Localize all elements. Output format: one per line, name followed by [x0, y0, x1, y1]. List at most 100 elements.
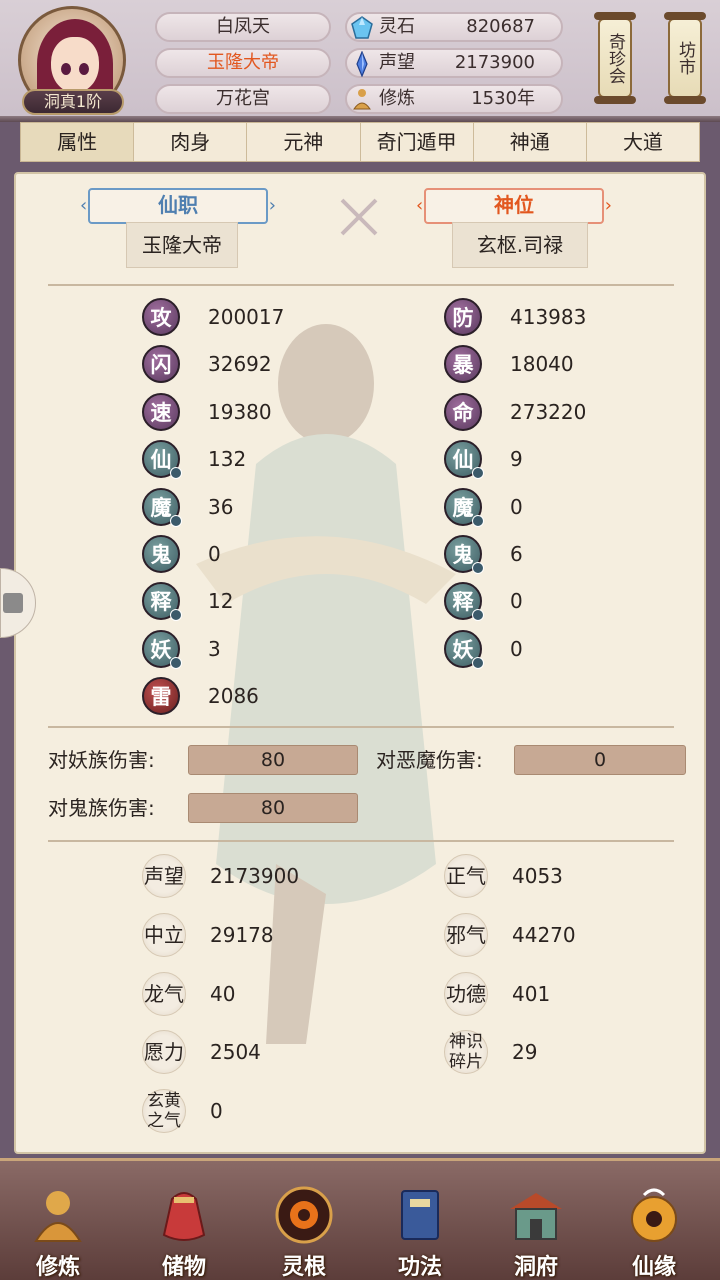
demon-race-damage-value: 80: [188, 745, 358, 775]
cultivation-icon: [34, 1191, 82, 1242]
stat-glyph: 防: [452, 306, 474, 330]
tab-spirit[interactable]: 元神: [247, 123, 361, 161]
cave-dwelling-icon: [510, 1193, 562, 1240]
stat-glyph: 鬼: [150, 543, 172, 567]
nav-spirit-root[interactable]: 灵根: [250, 1179, 358, 1280]
stat-glyph-badge: 释: [444, 582, 484, 622]
chevron-left-icon: ‹: [80, 195, 88, 216]
player-title: 玉隆大帝: [155, 48, 331, 78]
prestige-resource: 声望 2173900: [345, 48, 563, 78]
treasure-fair-button[interactable]: 奇珍会: [594, 12, 636, 104]
chevron-right-icon: ›: [268, 195, 276, 216]
technique-book-icon: [401, 1190, 439, 1240]
stat-glyph-badge: 雷: [142, 677, 180, 716]
demon-race-damage-label: 对妖族伤害:: [48, 748, 155, 772]
nav-cultivation[interactable]: 修炼: [4, 1179, 112, 1280]
prestige-crystal-icon: [356, 51, 368, 77]
bottom-navigation: 修炼 储物 灵根 功法 洞府 仙缘: [0, 1158, 720, 1280]
stat-glyph-badge: 释: [142, 582, 182, 622]
nav-techniques-label: 功法: [397, 1255, 442, 1280]
avatar-eye-left: [61, 63, 71, 75]
stat-glyph: 妖: [150, 637, 172, 662]
reputation-value: 44270: [512, 922, 576, 947]
info-dot-icon[interactable]: [472, 609, 484, 622]
info-dot-icon[interactable]: [170, 514, 182, 527]
info-dot-icon[interactable]: [472, 514, 484, 527]
info-dot-icon[interactable]: [472, 562, 484, 574]
stat-glyph-badge: 鬼: [142, 535, 180, 573]
tab-body[interactable]: 肉身: [134, 123, 248, 161]
nav-immortal-fate-label: 仙缘: [631, 1255, 676, 1280]
stat-glyph-badge: 命: [444, 392, 482, 431]
stat-glyph-badge: 暴: [444, 345, 482, 384]
nav-cave-dwelling[interactable]: 洞府: [482, 1179, 590, 1280]
reputation-value: 29: [512, 1040, 538, 1065]
evil-demon-damage-value: 0: [514, 745, 686, 775]
stat-value: 0: [510, 636, 523, 661]
stat-value: 12: [208, 589, 234, 614]
info-dot-icon[interactable]: [170, 656, 182, 669]
info-dot-icon[interactable]: [472, 656, 484, 669]
stat-value: 19380: [208, 399, 272, 424]
stat-glyph-badge: 妖: [444, 629, 484, 669]
stat-glyph-badge: 魔: [142, 487, 182, 527]
evil-demon-damage-label: 对恶魔伤害:: [376, 748, 483, 772]
stat-glyph: 速: [150, 400, 172, 425]
nav-storage[interactable]: 储物: [130, 1179, 238, 1280]
stat-glyph-badge: 鬼: [444, 535, 484, 574]
tab-attributes[interactable]: 属性: [21, 123, 135, 161]
immortal-fate-icon: [631, 1188, 677, 1242]
spirit-stone-icon: [351, 16, 373, 39]
stat-glyph: 释: [452, 590, 474, 615]
tab-divine-powers[interactable]: 神通: [474, 123, 587, 161]
stat-value: 132: [208, 447, 247, 472]
avatar-face-shape: [51, 37, 99, 93]
stat-glyph-badge: 妖: [142, 629, 182, 669]
nav-immortal-fate[interactable]: 仙缘: [600, 1179, 708, 1280]
reputation-value: 0: [210, 1099, 223, 1124]
reputation-label: 玄黄之气: [142, 1089, 186, 1134]
stat-glyph: 释: [150, 590, 172, 615]
stat-glyph-badge: 速: [142, 392, 180, 431]
stat-value: 36: [208, 494, 234, 519]
ghost-race-damage-label: 对鬼族伤害:: [48, 796, 155, 820]
reputation-label: 龙气: [142, 971, 186, 1016]
nav-techniques[interactable]: 功法: [366, 1179, 474, 1280]
tab-qimen[interactable]: 奇门遁甲: [361, 123, 474, 161]
divine-rank-banner: ‹ 神位 ›: [416, 188, 612, 224]
nav-spirit-root-label: 灵根: [281, 1255, 326, 1280]
ghost-race-damage-value: 80: [188, 793, 358, 823]
top-header: 洞真1阶 白凤天 玉隆大帝 万花宫 灵石 820687 声望 2173900 修…: [0, 0, 720, 122]
section-divider: [48, 726, 674, 728]
immortal-post-banner: ‹ 仙职 ›: [80, 188, 276, 224]
stat-glyph: 魔: [452, 495, 474, 520]
stat-value: 273220: [510, 399, 587, 424]
immortal-post-label: 仙职: [88, 188, 268, 224]
cultivation-label: 修炼: [379, 88, 415, 109]
reputation-value: 29178: [210, 922, 274, 947]
stat-value: 0: [208, 542, 221, 566]
stat-glyph-badge: 仙: [142, 440, 182, 480]
storage-bag-icon: [162, 1192, 206, 1241]
cultivation-time-resource: 修炼 1530年: [345, 84, 563, 114]
stat-glyph: 攻: [150, 306, 172, 330]
stat-glyph: 闪: [150, 353, 172, 378]
market-button[interactable]: 坊市: [664, 12, 706, 104]
stat-value: 6: [510, 542, 523, 566]
stat-glyph: 魔: [150, 495, 172, 520]
stat-glyph: 暴: [452, 353, 474, 378]
info-dot-icon[interactable]: [472, 467, 484, 480]
stat-glyph: 命: [452, 400, 474, 425]
stat-value: 0: [510, 589, 523, 614]
attributes-panel: ‹ 仙职 › 玉隆大帝 ‹ 神位 › 玄枢.司禄 攻 200017 闪 32692 速 1…: [14, 172, 706, 1154]
stat-value: 200017: [208, 305, 285, 329]
attribute-tabs: 属性 肉身 元神 奇门遁甲 神通 大道: [20, 122, 700, 162]
tab-great-dao[interactable]: 大道: [587, 123, 699, 161]
nav-storage-label: 储物: [161, 1255, 206, 1280]
immortal-post-value: 玉隆大帝: [126, 222, 238, 268]
divine-rank-value: 玄枢.司禄: [452, 222, 588, 268]
stat-value: 413983: [510, 305, 587, 329]
nav-cultivation-label: 修炼: [35, 1255, 80, 1280]
prestige-value: 2173900: [454, 52, 535, 73]
stat-value: 2086: [208, 684, 259, 709]
